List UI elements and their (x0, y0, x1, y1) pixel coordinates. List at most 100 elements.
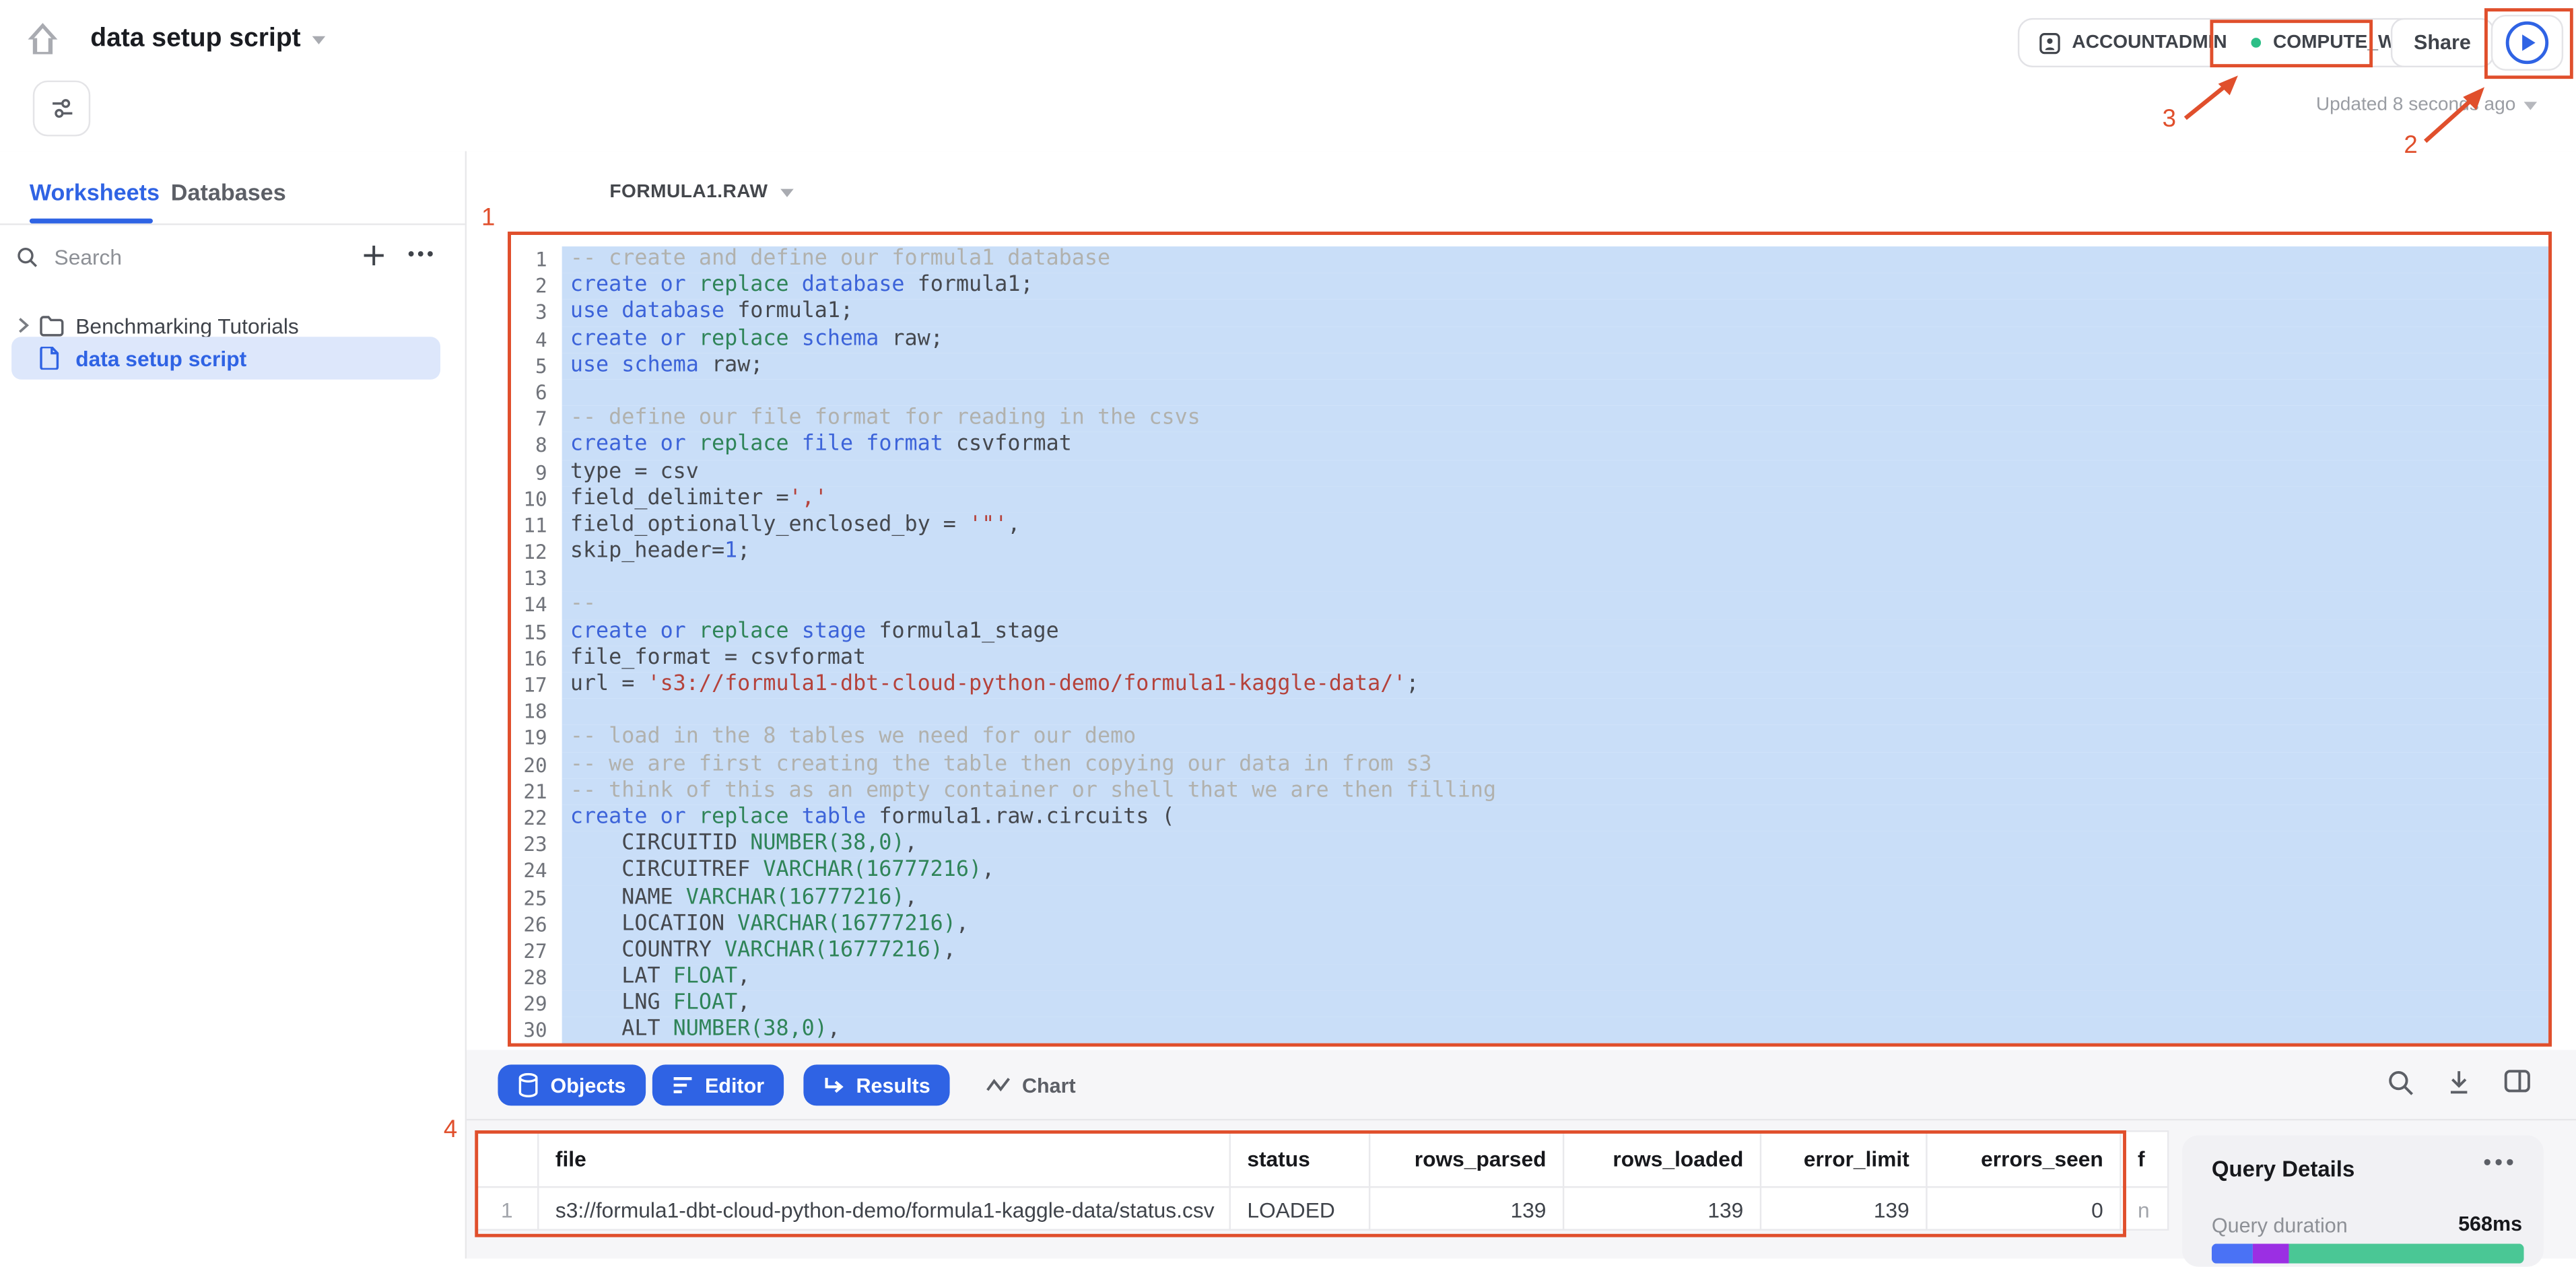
table-cell[interactable]: 139 (1370, 1188, 1564, 1230)
code-line[interactable]: 21-- think of this as an empty container… (511, 778, 2548, 805)
schema-context-selector[interactable]: FORMULA1.RAW (609, 182, 794, 202)
line-number: 16 (511, 646, 562, 673)
code-line[interactable]: 18 (511, 699, 2548, 726)
download-results-button[interactable] (2447, 1070, 2472, 1096)
run-button[interactable] (2491, 15, 2563, 71)
code-text: field_optionally_enclosed_by = '"', (562, 512, 2549, 539)
code-line[interactable]: 23 CIRCUITID NUMBER(38,0), (511, 831, 2548, 858)
column-header[interactable]: f (2122, 1132, 2164, 1186)
code-line[interactable]: 19-- load in the 8 tables we need for ou… (511, 725, 2548, 752)
column-header[interactable]: errors_seen (1928, 1132, 2122, 1186)
query-details-menu-button[interactable]: ••• (2483, 1149, 2517, 1175)
table-cell[interactable]: 139 (1564, 1188, 1761, 1230)
sidebar-tabs: Worksheets Databases (0, 174, 465, 226)
table-cell[interactable]: 0 (1928, 1188, 2122, 1230)
code-line[interactable]: 17url = 's3://formula1-dbt-cloud-python-… (511, 672, 2548, 699)
table-row[interactable]: 1s3://formula1-dbt-cloud-python-demo/for… (477, 1188, 2167, 1230)
code-text: NAME VARCHAR(16777216), (562, 885, 2549, 912)
code-text: create or replace database formula1; (562, 273, 2549, 300)
split-view-button[interactable] (2504, 1070, 2530, 1096)
column-header[interactable]: file (539, 1132, 1230, 1186)
ellipsis-icon (407, 250, 434, 258)
line-number: 12 (511, 539, 562, 566)
code-line[interactable]: 20-- we are first creating the table the… (511, 752, 2548, 779)
line-number: 21 (511, 778, 562, 805)
worksheet-settings-button[interactable] (33, 81, 90, 137)
table-cell[interactable]: LOADED (1231, 1188, 1370, 1230)
code-line[interactable]: 13 (511, 566, 2548, 592)
code-line[interactable]: 7-- define our file format for reading i… (511, 406, 2548, 433)
new-worksheet-button[interactable] (362, 243, 386, 268)
line-number: 7 (511, 406, 562, 433)
code-line[interactable]: 9type = csv (511, 459, 2548, 486)
code-line[interactable]: 14-- (511, 592, 2548, 619)
code-line[interactable]: 27 COUNTRY VARCHAR(16777216), (511, 938, 2548, 965)
search-icon (16, 246, 38, 267)
query-duration-bar (2212, 1243, 2524, 1263)
selected-worksheet-label: data setup script (75, 346, 246, 371)
line-number: 13 (511, 566, 562, 592)
code-line[interactable]: 25 NAME VARCHAR(16777216), (511, 885, 2548, 912)
code-line[interactable]: 26 LOCATION VARCHAR(16777216), (511, 912, 2548, 938)
top-header: data setup script ACCOUNTADMIN COMPUTE_W… (0, 0, 2576, 153)
code-text: URL VARCHAR(16777216), (562, 1044, 2549, 1046)
duration-bar-segment (2252, 1243, 2290, 1263)
tab-worksheets[interactable]: Worksheets (30, 179, 160, 205)
code-line[interactable]: 6 (511, 380, 2548, 407)
search-results-button[interactable] (2387, 1070, 2414, 1096)
chevron-down-icon (781, 188, 794, 196)
column-header[interactable]: error_limit (1761, 1132, 1927, 1186)
code-line[interactable]: 1-- create and define our formula1 datab… (511, 246, 2548, 273)
sql-editor[interactable]: 1-- create and define our formula1 datab… (508, 232, 2552, 1046)
search-input[interactable] (51, 242, 304, 270)
code-line[interactable]: 28 LAT FLOAT, (511, 965, 2548, 992)
line-number: 15 (511, 619, 562, 646)
page-title: data setup script (90, 25, 300, 55)
line-number: 20 (511, 752, 562, 779)
code-line[interactable]: 10field_delimiter =',' (511, 486, 2548, 513)
tab-databases[interactable]: Databases (171, 179, 286, 205)
code-line[interactable]: 16file_format = csvformat (511, 646, 2548, 673)
role-label: ACCOUNTADMIN (2072, 33, 2227, 53)
code-text: -- define our file format for reading in… (562, 406, 2549, 433)
context-selector[interactable]: ACCOUNTADMIN COMPUTE_WH (2018, 18, 2431, 67)
code-line[interactable]: 11field_optionally_enclosed_by = '"', (511, 512, 2548, 539)
toggle-results-button[interactable]: Results (803, 1064, 950, 1105)
code-line[interactable]: 29 LNG FLOAT, (511, 991, 2548, 1018)
home-icon[interactable] (26, 22, 59, 56)
folder-label: Benchmarking Tutorials (75, 313, 299, 338)
table-cell[interactable]: n (2122, 1188, 2164, 1230)
column-header[interactable]: status (1231, 1132, 1370, 1186)
code-line[interactable]: 15create or replace stage formula1_stage (511, 619, 2548, 646)
code-text: CIRCUITID NUMBER(38,0), (562, 831, 2549, 858)
more-options-button[interactable] (407, 250, 434, 258)
code-line[interactable]: 3use database formula1; (511, 300, 2548, 327)
code-line[interactable]: 30 ALT NUMBER(38,0), (511, 1018, 2548, 1045)
code-line[interactable]: 24 CIRCUITREF VARCHAR(16777216), (511, 858, 2548, 885)
toggle-editor-button[interactable]: Editor (652, 1064, 784, 1105)
table-cell[interactable]: 139 (1761, 1188, 1927, 1230)
selected-worksheet-row[interactable]: data setup script (11, 337, 440, 379)
code-text (562, 380, 2549, 407)
share-button[interactable]: Share (2391, 18, 2494, 67)
code-line[interactable]: 22create or replace table formula1.raw.c… (511, 805, 2548, 832)
toggle-chart-button[interactable]: Chart (986, 1064, 1075, 1105)
worksheet-title-menu[interactable]: data setup script (90, 25, 325, 55)
code-line[interactable]: 4create or replace schema raw; (511, 327, 2548, 353)
code-text: create or replace table formula1.raw.cir… (562, 805, 2549, 832)
code-text: -- we are first creating the table then … (562, 752, 2549, 779)
document-icon (40, 347, 59, 370)
code-line[interactable]: 5use schema raw; (511, 353, 2548, 380)
code-line[interactable]: 12skip_header=1; (511, 539, 2548, 566)
sidebar-search-row (0, 236, 465, 279)
code-line[interactable]: 2create or replace database formula1; (511, 273, 2548, 300)
code-line[interactable]: 31 URL VARCHAR(16777216), (511, 1044, 2548, 1046)
line-number: 28 (511, 965, 562, 992)
column-header[interactable]: rows_loaded (1564, 1132, 1761, 1186)
table-cell[interactable]: s3://formula1-dbt-cloud-python-demo/form… (539, 1188, 1230, 1230)
updated-status[interactable]: Updated 8 seconds ago (2316, 96, 2537, 115)
toggle-objects-button[interactable]: Objects (498, 1064, 645, 1105)
code-line[interactable]: 8create or replace file format csvformat (511, 433, 2548, 460)
code-text: -- create and define our formula1 databa… (562, 246, 2549, 273)
column-header[interactable]: rows_parsed (1370, 1132, 1564, 1186)
